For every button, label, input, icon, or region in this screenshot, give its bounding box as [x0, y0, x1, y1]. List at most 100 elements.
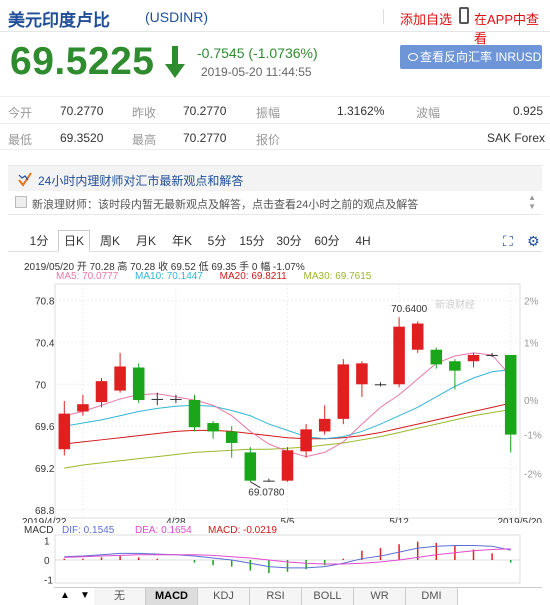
candle-body — [114, 366, 126, 391]
candle-body — [95, 381, 108, 403]
stats-row: 最低 69.3520 最高 70.2770 报价 SAK Forex — [0, 123, 550, 150]
indicator-tab-6[interactable]: DMI — [406, 588, 458, 605]
current-price: 69.5225 — [10, 40, 155, 83]
y-tick-label: 69.6 — [35, 422, 55, 433]
advisor-promo-bar[interactable]: 24小时内理财师对汇市最新观点和解答 — [8, 165, 542, 191]
candle-body — [58, 413, 71, 450]
indicator-tab-1[interactable]: MACD — [146, 588, 198, 605]
view-reverse-rate-button[interactable]: 查看反向汇率 INRUSD — [400, 45, 542, 69]
settings-icon[interactable]: ⚙ — [527, 233, 540, 250]
macd-label: MACD — [24, 525, 53, 536]
header-divider — [383, 9, 384, 24]
y-tick-label: 70.4 — [35, 338, 55, 349]
candlestick-chart[interactable]: 70.870.47069.669.268.82%1%0%-1%-2%2019/4… — [0, 280, 550, 523]
candle-body — [244, 452, 257, 481]
macd-chart: MACD DIF: 0.1545 DEA: 0.1654 MACD: -0.0219 1… — [24, 525, 521, 587]
macd-y-tick: -1 — [44, 576, 53, 587]
candle-body — [132, 367, 145, 400]
candle-body — [225, 431, 238, 443]
stat-value-prev-close: 70.2770 — [183, 104, 227, 118]
stat-label-high: 最高 — [132, 133, 157, 147]
tab-6[interactable]: 15分 — [236, 230, 268, 252]
stat-label-range: 波幅 — [416, 106, 441, 120]
stat-value-low: 69.3520 — [60, 131, 104, 145]
candle-body — [77, 404, 89, 412]
indicator-tabs: 无 MACD KDJ RSI BOLL WR DMI — [54, 587, 542, 605]
stat-value-open: 70.2770 — [60, 104, 104, 118]
stat-label-amplitude: 振幅 — [256, 106, 281, 120]
view-in-app-link[interactable]: 在APP中查看 — [474, 9, 550, 47]
pct-tick-label: -1% — [524, 431, 542, 442]
pct-tick-label: -2% — [524, 469, 542, 480]
candle-body — [188, 400, 201, 428]
indicator-tab-0[interactable]: 无 — [94, 588, 146, 605]
eye-icon — [408, 53, 418, 61]
macd-y-tick: 1 — [44, 536, 50, 547]
candle-body — [467, 354, 480, 362]
stats-row: 今开 70.2770 昨收 70.2770 振幅 1.3162% 波幅 0.92… — [0, 96, 550, 123]
pct-tick-label: 0% — [524, 396, 539, 407]
y-tick-label: 68.8 — [35, 506, 55, 517]
y-tick-label: 70 — [35, 380, 47, 391]
quote-stats-table: 今开 70.2770 昨收 70.2770 振幅 1.3162% 波幅 0.92… — [0, 96, 550, 150]
pct-tick-label: 1% — [524, 338, 539, 349]
stat-value-high: 70.2770 — [183, 131, 227, 145]
tab-2[interactable]: 周K — [94, 230, 126, 252]
stat-label-prev-close: 昨收 — [132, 106, 157, 120]
candle-body — [430, 349, 443, 365]
advisor-answer-text[interactable]: 新浪理财师：该时段内暂无最新观点及解答，点击查看24小时之前的观点及解答 — [32, 196, 418, 212]
macd-dif-value: DIF: 0.1545 — [62, 525, 115, 536]
price-change: -0.7545 (-1.0736%) — [197, 45, 318, 61]
trend-check-icon — [18, 172, 32, 187]
tab-9[interactable]: 4H — [348, 230, 378, 252]
macd-macd-value: MACD: -0.0219 — [208, 525, 277, 536]
tab-7[interactable]: 30分 — [272, 230, 306, 252]
tab-4[interactable]: 年K — [166, 230, 198, 252]
macd-frame — [54, 534, 521, 584]
page-title: 美元印度卢比 — [8, 11, 110, 30]
candle-body — [263, 480, 275, 482]
quote-timestamp: 2019-05-20 11:44:55 — [201, 65, 312, 79]
low-annotation: 69.0780 — [248, 488, 285, 499]
fullscreen-icon[interactable]: ⛶ — [503, 233, 513, 250]
view-reverse-rate-label: 查看反向汇率 INRUSD — [420, 50, 542, 64]
candle-body — [281, 450, 294, 481]
advisor-answer-row[interactable]: 新浪理财师：该时段内暂无最新观点及解答，点击查看24小时之前的观点及解答 ▲ ▼ — [8, 191, 542, 215]
advisor-avatar — [15, 196, 27, 208]
indicator-tab-4[interactable]: BOLL — [302, 588, 354, 605]
y-tick-label: 69.2 — [35, 464, 55, 475]
candle-body — [504, 354, 517, 435]
tab-1[interactable]: 日K — [58, 230, 90, 252]
indicator-tab-3[interactable]: RSI — [250, 588, 302, 605]
macd-dea-line — [64, 548, 511, 565]
header-bar: 美元印度卢比 (USDINR) 添加自选 在APP中查看 — [0, 0, 550, 46]
stat-label-quote-source: 报价 — [256, 133, 281, 147]
scroll-arrows-icon[interactable]: ▲ ▼ — [528, 193, 536, 211]
tab-0[interactable]: 1分 — [24, 230, 54, 252]
stat-label-low: 最低 — [8, 133, 33, 147]
macd-y-tick: 0 — [44, 556, 50, 567]
candle-body — [151, 398, 164, 400]
candle-body — [374, 384, 387, 386]
currency-code: (USDINR) — [145, 9, 208, 25]
candle-body — [411, 323, 424, 350]
high-annotation: 70.6400 — [391, 304, 428, 315]
add-favorite-link[interactable]: 添加自选 — [400, 9, 452, 28]
indicator-tab-5[interactable]: WR — [354, 588, 406, 605]
arrow-down-icon — [165, 46, 185, 78]
candle-body — [207, 423, 219, 432]
candle-body — [170, 398, 182, 400]
indicator-tab-2[interactable]: KDJ — [198, 588, 250, 605]
candle-body — [337, 364, 350, 419]
stat-value-quote-source: SAK Forex — [487, 131, 546, 145]
advisor-promo-headline[interactable]: 24小时内理财师对汇市最新观点和解答 — [38, 172, 243, 189]
tab-5[interactable]: 5分 — [202, 230, 232, 252]
stat-value-amplitude: 1.3162% — [337, 104, 385, 118]
macd-dea-value: DEA: 0.1654 — [135, 525, 192, 536]
candle-body — [356, 363, 368, 385]
candle-body — [393, 326, 405, 385]
tab-8[interactable]: 60分 — [310, 230, 344, 252]
tab-3[interactable]: 月K — [130, 230, 162, 252]
pct-tick-label: 2% — [524, 296, 539, 307]
candle-body — [300, 429, 312, 452]
